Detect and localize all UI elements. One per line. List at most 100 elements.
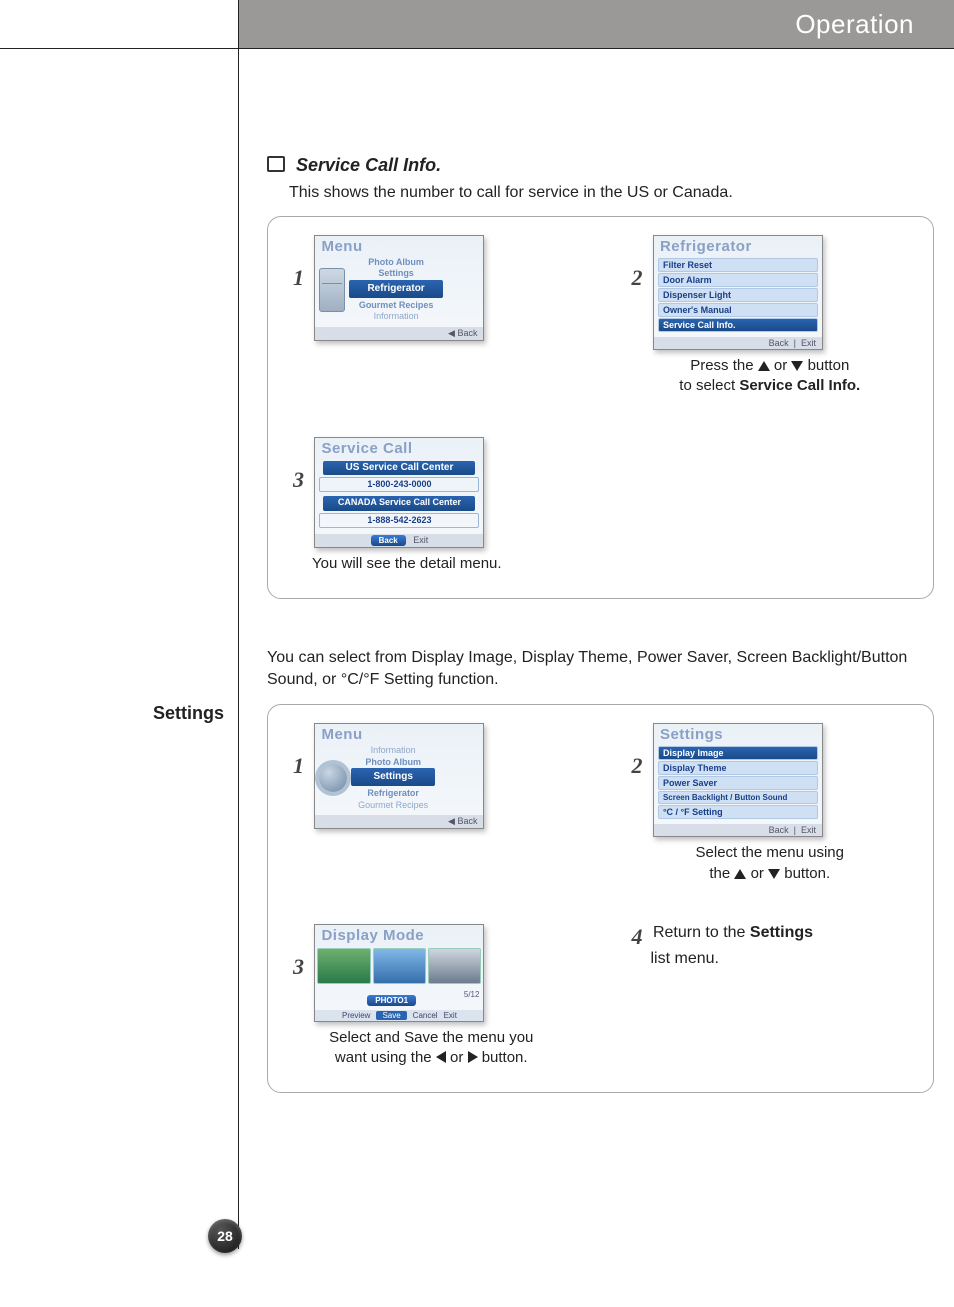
menu-item: Photo Album xyxy=(349,257,442,268)
up-triangle-icon xyxy=(734,869,746,879)
list-item-selected: Display Image xyxy=(658,746,818,760)
screen-title: Display Mode xyxy=(315,925,483,944)
screen-title: Menu xyxy=(315,724,483,743)
page-number-badge: 28 xyxy=(208,1219,242,1253)
menu-screen-1: Menu Photo Album Settings Refrigerator G… xyxy=(314,235,484,341)
service-call-panel: 1 Menu Photo Album Settings Refrigerator… xyxy=(267,216,934,599)
back-label: Back xyxy=(769,338,789,348)
screen-footer: ◀ Back xyxy=(315,327,483,340)
screen-footer: Back | Exit xyxy=(654,824,822,836)
list-item: Door Alarm xyxy=(658,273,818,287)
service-call-intro: This shows the number to call for servic… xyxy=(289,184,934,202)
thumbnail-row xyxy=(315,944,483,988)
caption-bold: Settings xyxy=(750,924,813,941)
display-mode-screen: Display Mode PHOTO1 5/12 Preview S xyxy=(314,924,484,1022)
caption-text: or xyxy=(751,865,769,882)
settings-list-screen: Settings Display Image Display Theme Pow… xyxy=(653,723,823,837)
exit-label: Exit xyxy=(801,338,816,348)
up-triangle-icon xyxy=(758,361,770,371)
us-number: 1-800-243-0000 xyxy=(319,477,479,492)
menu-item: Photo Album xyxy=(351,757,434,768)
selected-photo-label: PHOTO1 xyxy=(367,995,416,1006)
step-number: 3 xyxy=(282,954,304,980)
button-row: Preview Save Cancel Exit xyxy=(315,1010,483,1021)
exit-label: Exit xyxy=(444,1011,457,1020)
down-triangle-icon xyxy=(768,869,780,879)
service-call-screen: Service Call US Service Call Center 1-80… xyxy=(314,437,484,549)
screen-footer: Back | Exit xyxy=(654,337,822,349)
list-item: Filter Reset xyxy=(658,258,818,272)
caption-text: button xyxy=(808,357,850,374)
thumbnail xyxy=(317,948,370,984)
list-item: Power Saver xyxy=(658,776,818,790)
caption-text: the xyxy=(709,865,734,882)
list-item: Dispenser Light xyxy=(658,288,818,302)
canada-number: 1-888-542-2623 xyxy=(319,513,479,528)
menu-item: Information xyxy=(351,745,434,756)
screen-footer: ◀ Back xyxy=(315,815,483,828)
photo-counter: 5/12 xyxy=(464,990,480,999)
screen-title: Refrigerator xyxy=(654,236,822,255)
canada-header-text: CANADA Service Call Center xyxy=(338,497,461,507)
screen-title: Menu xyxy=(315,236,483,255)
step-number: 1 xyxy=(282,753,304,779)
us-header-text: US Service Call Center xyxy=(346,462,454,473)
caption-bold: Service Call Info. xyxy=(739,377,860,394)
settings-step2-caption: Select the menu using the or button. xyxy=(621,843,920,884)
caption-text: to select xyxy=(679,377,739,394)
menu-item: Gourmet Recipes xyxy=(349,300,442,311)
caption-text: Select and Save the menu you xyxy=(329,1029,533,1046)
screen-title: Settings xyxy=(654,724,822,743)
menu-screen-settings: Menu Information Photo Album Settings Re… xyxy=(314,723,484,829)
thumbnail xyxy=(373,948,426,984)
caption-text: or xyxy=(450,1049,468,1066)
step4-text: Return to the Settings list menu. xyxy=(621,924,814,967)
menu-item: Information xyxy=(349,311,442,322)
step-number: 2 xyxy=(621,753,643,779)
step-number: 1 xyxy=(282,265,304,291)
bullet-icon xyxy=(267,156,285,172)
caption-text: Select the menu using xyxy=(696,844,844,861)
menu-item-selected: Refrigerator xyxy=(349,280,442,299)
right-triangle-icon xyxy=(468,1051,478,1063)
cancel-label: Cancel xyxy=(413,1011,438,1020)
exit-label: Exit xyxy=(801,825,816,835)
left-gutter: Settings 28 xyxy=(0,49,239,1249)
down-triangle-icon xyxy=(791,361,803,371)
caption-text: button. xyxy=(784,865,830,882)
canada-header: CANADA Service Call Center xyxy=(323,496,475,511)
section-heading-text: Service Call Info. xyxy=(296,155,441,175)
step3-caption: You will see the detail menu. xyxy=(312,554,581,574)
caption-text: list menu. xyxy=(651,950,719,968)
caption-text: or xyxy=(774,357,792,374)
thumbnail xyxy=(428,948,481,984)
caption-text: Press the xyxy=(690,357,758,374)
caption-text: want using the xyxy=(335,1049,436,1066)
gear-icon xyxy=(319,764,347,792)
exit-label: Exit xyxy=(413,535,428,545)
menu-item: Gourmet Recipes xyxy=(351,800,434,811)
side-heading-settings: Settings xyxy=(153,703,224,724)
left-triangle-icon xyxy=(436,1051,446,1063)
caption-text: button. xyxy=(482,1049,528,1066)
refrigerator-screen: Refrigerator Filter Reset Door Alarm Dis… xyxy=(653,235,823,350)
thumbnail-label-row: PHOTO1 5/12 xyxy=(315,988,483,1010)
settings-panel: 1 Menu Information Photo Album Settings … xyxy=(267,704,934,1093)
screen-footer: Back Exit xyxy=(315,534,483,547)
back-button: Back xyxy=(371,535,406,546)
step-number: 2 xyxy=(621,265,643,291)
preview-label: Preview xyxy=(342,1011,370,1020)
header: Operation xyxy=(0,0,954,49)
menu-item-selected: Settings xyxy=(351,768,434,787)
step2-caption: Press the or button to select Service Ca… xyxy=(621,356,920,397)
step-number: 3 xyxy=(282,467,304,493)
list-item: Display Theme xyxy=(658,761,818,775)
us-header: US Service Call Center xyxy=(323,461,475,476)
header-left-spacer xyxy=(0,0,238,48)
step-number: 4 xyxy=(621,924,643,950)
settings-step3-caption: Select and Save the menu you want using … xyxy=(282,1028,581,1069)
screen-title: Service Call xyxy=(315,438,483,457)
section-heading-service-call: Service Call Info. xyxy=(267,155,934,176)
header-title: Operation xyxy=(239,0,954,48)
menu-item: Refrigerator xyxy=(351,788,434,799)
